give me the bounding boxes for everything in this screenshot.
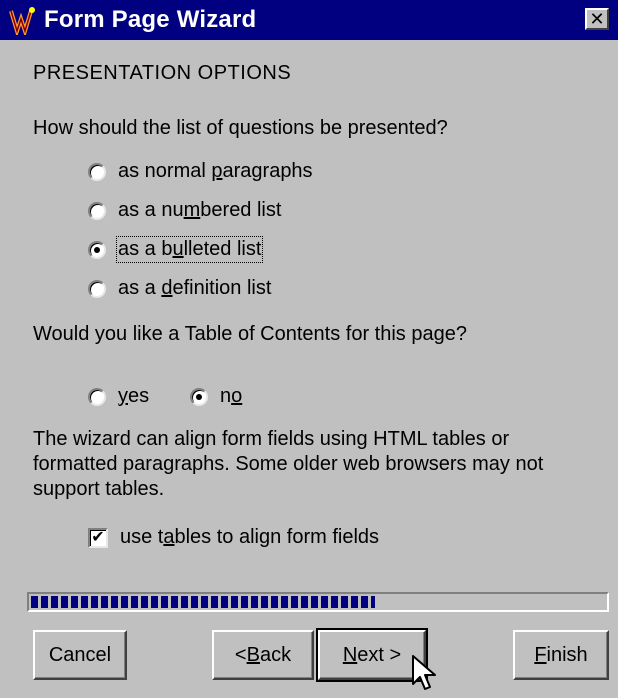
radio-label: as a bulleted list	[115, 236, 264, 263]
radio-button[interactable]	[88, 201, 106, 220]
title-bar[interactable]: Form Page Wizard ✕	[0, 0, 618, 40]
section-heading: PRESENTATION OPTIONS	[33, 62, 292, 84]
mouse-pointer-icon	[412, 655, 436, 690]
use-tables-checkbox[interactable]: ✔	[88, 527, 108, 548]
toc-question: Would you like a Table of Contents for t…	[33, 323, 467, 345]
finish-button[interactable]: Finish	[513, 630, 609, 680]
radio-definition-list[interactable]: as a definition list	[88, 277, 271, 300]
radio-label: as normal paragraphs	[118, 160, 313, 182]
radio-numbered-list[interactable]: as a numbered list	[88, 199, 281, 222]
wizard-progress-bar	[27, 592, 609, 612]
radio-button[interactable]	[88, 279, 106, 298]
radio-label: as a numbered list	[118, 199, 282, 221]
radio-button[interactable]	[88, 162, 106, 181]
close-button[interactable]: ✕	[585, 8, 609, 30]
radio-button-selected[interactable]	[190, 387, 208, 406]
radio-toc-yes[interactable]: yes	[88, 385, 149, 408]
radio-label: as a definition list	[118, 277, 272, 299]
next-button[interactable]: Next >	[316, 628, 428, 682]
radio-label: yes	[118, 385, 150, 407]
back-button[interactable]: < Back	[212, 630, 314, 680]
close-icon: ✕	[589, 9, 605, 29]
tables-description: The wizard can align form fields using H…	[33, 428, 544, 500]
list-format-question: How should the list of questions be pres…	[33, 117, 448, 139]
radio-bulleted-list[interactable]: as a bulleted list	[88, 236, 264, 263]
frontpage-app-icon	[8, 5, 38, 35]
checkbox-label: use tables to align form fields	[120, 526, 380, 548]
radio-button[interactable]	[88, 387, 106, 406]
radio-toc-no[interactable]: no	[190, 385, 242, 408]
use-tables-option[interactable]: ✔ use tables to align form fields	[88, 526, 379, 549]
progress-fill	[31, 596, 375, 608]
window-title: Form Page Wizard	[44, 6, 257, 33]
radio-label: no	[220, 385, 243, 407]
radio-button-selected[interactable]	[88, 240, 106, 259]
cancel-button[interactable]: Cancel	[33, 630, 127, 680]
checkmark-icon: ✔	[91, 528, 105, 546]
radio-normal-paragraphs[interactable]: as normal paragraphs	[88, 160, 313, 183]
